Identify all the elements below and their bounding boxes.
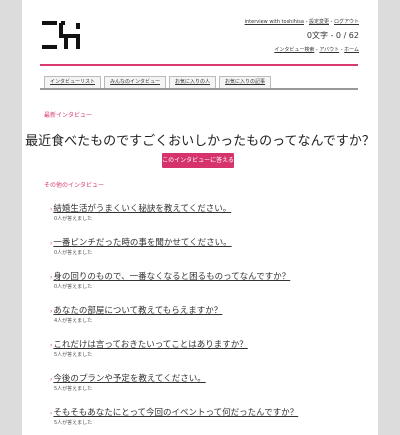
question-link[interactable]: 一番ピンチだった時の事を聞かせてください。 [53, 238, 231, 248]
list-item: ›結婚生活がうまくいく秘訣を教えてください。 0人が答えました [50, 196, 360, 230]
list-item: ›あなたの部屋について教えてもらえますか？ 4人が答えました [50, 298, 360, 332]
tab-favorite-articles[interactable]: お気に入りの記事 [219, 76, 272, 88]
settings-link[interactable]: 設定変更 [309, 19, 329, 25]
page: interview with toshihisa - 設定変更 - ログアウト … [22, 0, 378, 435]
answer-count: 5人が答えました [54, 386, 93, 392]
answer-count: 0人が答えました [54, 216, 93, 222]
tab-favorite-people[interactable]: お気に入りの人 [169, 76, 217, 88]
question-link[interactable]: あなたの部屋について教えてもらえますか？ [53, 306, 222, 316]
separator: - [340, 47, 343, 53]
nav-home[interactable]: ホーム [344, 47, 359, 53]
question-link[interactable]: 今後のプランや予定を教えてください。 [53, 374, 205, 384]
question-link[interactable]: これだけは言っておきたいってことはありますか？ [53, 340, 247, 350]
tab-everyone-interviews[interactable]: みんなのインタビュー [104, 76, 167, 88]
list-item: ›そもそもあなたにとって今回のイベントって何だったんですか？ 5人が答えました [50, 400, 360, 434]
separator: - [330, 19, 333, 25]
interview-list: ›結婚生活がうまくいく秘訣を教えてください。 0人が答えました ›一番ピンチだっ… [50, 196, 360, 434]
separator: - [305, 19, 308, 25]
answer-button[interactable]: このインタビューに答える [162, 153, 234, 168]
answer-count: 0人が答えました [54, 250, 93, 256]
answer-count: 4人が答えました [54, 318, 93, 324]
list-item: ›これだけは言っておきたいってことはありますか？ 5人が答えました [50, 332, 360, 366]
question-link[interactable]: そもそもあなたにとって今回のイベントって何だったんですか？ [53, 408, 298, 418]
tab-interview-list[interactable]: インタビューリスト [44, 76, 102, 88]
logo [42, 21, 80, 49]
list-item: ›一番ピンチだった時の事を聞かせてください。 0人が答えました [50, 230, 360, 264]
header-nav: インタビュー検索 - アバウト - ホーム [274, 47, 359, 54]
char-count: 0文字 - 0 / 62 [306, 31, 359, 40]
logout-link[interactable]: ログアウト [334, 19, 359, 25]
nav-about[interactable]: アバウト [319, 47, 339, 53]
answer-count: 5人が答えました [54, 352, 93, 358]
tab-bar: インタビューリスト みんなのインタビュー お気に入りの人 お気に入りの記事 [44, 76, 272, 88]
latest-question: 最近食べたものですごくおいしかったものってなんですか？ [25, 134, 375, 149]
list-item: ›今後のプランや予定を教えてください。 5人が答えました [50, 366, 360, 400]
user-menu: interview with toshihisa - 設定変更 - ログアウト [245, 19, 359, 26]
header-divider [40, 64, 358, 66]
list-item: ›身の回りのもので、一番なくなると困るものってなんですか？ 0人が答えました [50, 264, 360, 298]
separator: - [315, 47, 318, 53]
answer-count: 0人が答えました [54, 284, 93, 290]
tab-divider [40, 88, 358, 90]
other-interviews-label: その他のインタビュー [44, 182, 105, 189]
answer-count: 5人が答えました [54, 420, 93, 426]
latest-interview-label: 最新インタビュー [44, 112, 93, 119]
user-link[interactable]: interview with toshihisa [245, 19, 304, 25]
question-link[interactable]: 身の回りのもので、一番なくなると困るものってなんですか？ [53, 272, 290, 282]
nav-search[interactable]: インタビュー検索 [274, 47, 314, 53]
question-link[interactable]: 結婚生活がうまくいく秘訣を教えてください。 [53, 204, 231, 214]
